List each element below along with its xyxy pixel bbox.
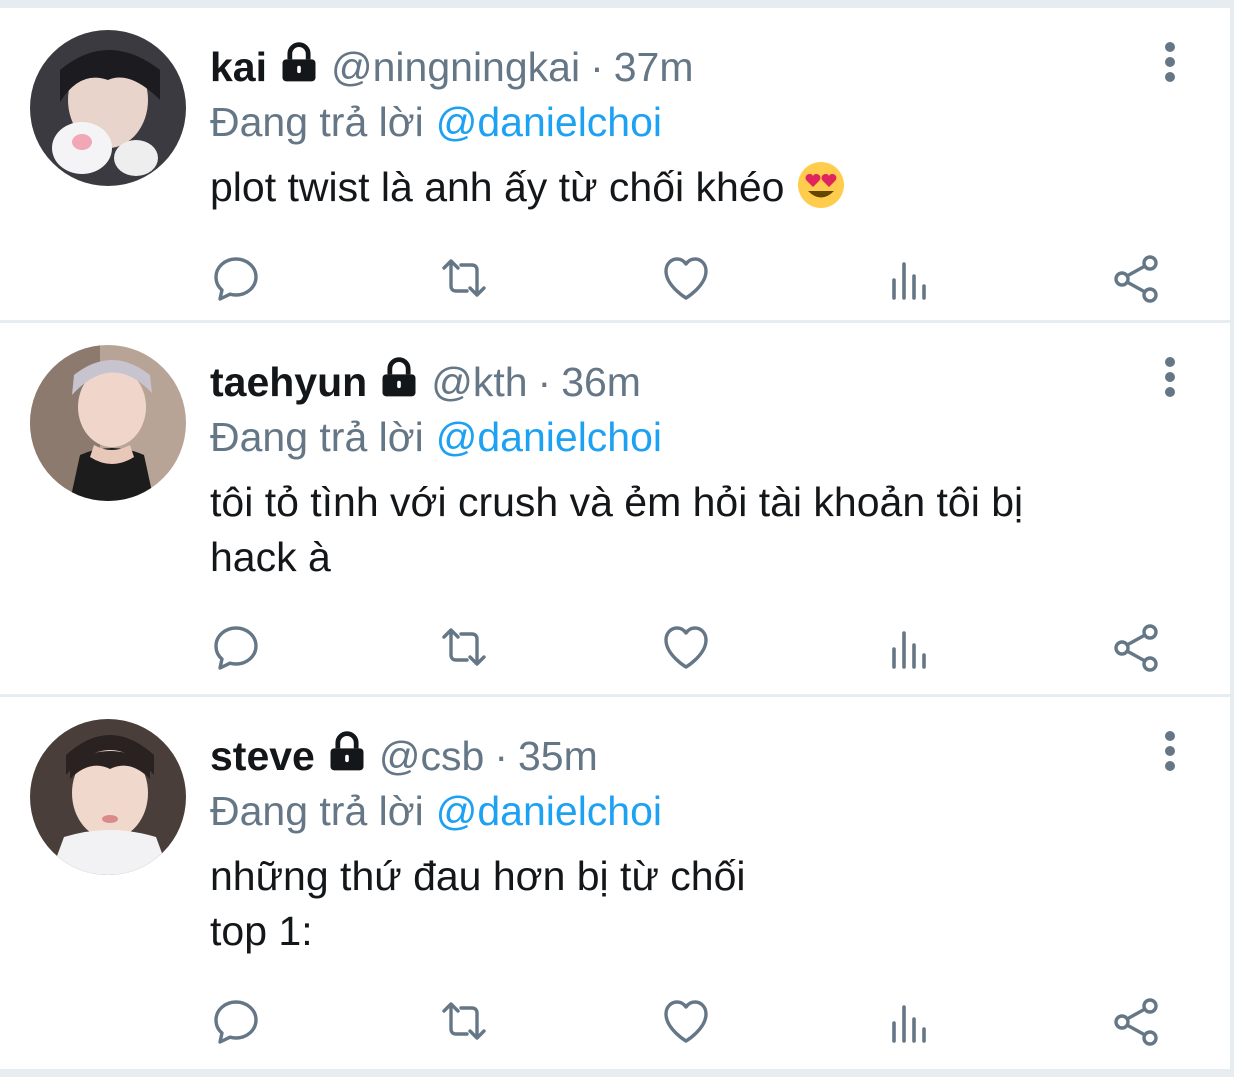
reply-feed: kai @ningningkai · 37m Đang trả lời @dan… [0,0,1234,1077]
avatar[interactable] [30,345,186,501]
user-handle[interactable]: @kth [431,359,527,406]
reply-context: Đang trả lời @danielchoi [210,94,662,150]
tweet-text-content: plot twist là anh ấy từ chối khéo [210,164,785,210]
tweet-header: kai @ningningkai · 37m [210,38,694,96]
tweet-item[interactable]: steve @csb · 35m Đang trả lời @danielcho… [0,697,1230,1069]
timestamp[interactable]: 36m [561,359,641,406]
retweet-icon[interactable] [436,993,492,1049]
reply-prefix: Đang trả lời [210,98,424,145]
timestamp[interactable]: 37m [614,44,694,91]
tweet-item[interactable]: kai @ningningkai · 37m Đang trả lời @dan… [0,8,1230,320]
reply-icon[interactable] [208,619,264,675]
user-handle[interactable]: @ningningkai [331,44,580,91]
action-bar [0,619,1230,679]
share-icon[interactable] [1108,619,1164,675]
analytics-icon[interactable] [882,619,938,675]
tweet-header: taehyun @kth · 36m [210,353,641,411]
retweet-icon[interactable] [436,619,492,675]
tweet-text: tôi tỏ tình với crush và ẻm hỏi tài khoả… [210,479,1024,580]
reply-prefix: Đang trả lời [210,413,424,460]
more-vertical-icon[interactable] [1150,729,1190,773]
reply-mention-link[interactable]: @danielchoi [436,788,662,835]
reply-icon[interactable] [208,993,264,1049]
tweet-text: những thứ đau hơn bị từ chối top 1: [210,853,746,954]
reply-icon[interactable] [208,250,264,306]
separator-dot: · [537,358,552,405]
reply-prefix: Đang trả lời [210,787,424,834]
share-icon[interactable] [1108,250,1164,306]
heart-icon[interactable] [658,619,714,675]
separator-dot: · [590,43,604,90]
heart-eyes-emoji-icon [796,160,846,210]
reply-mention-link[interactable]: @danielchoi [436,414,662,461]
analytics-icon[interactable] [882,250,938,306]
separator-dot: · [494,732,508,779]
display-name[interactable]: steve [210,733,315,780]
timestamp[interactable]: 35m [518,733,598,780]
share-icon[interactable] [1108,993,1164,1049]
retweet-icon[interactable] [436,250,492,306]
avatar[interactable] [30,30,186,186]
reply-context: Đang trả lời @danielchoi [210,783,662,839]
display-name[interactable]: taehyun [210,359,367,406]
tweet-item[interactable]: taehyun @kth · 36m Đang trả lời @danielc… [0,323,1230,694]
lock-icon [325,730,369,774]
action-bar [0,993,1230,1053]
action-bar [0,250,1230,310]
more-vertical-icon[interactable] [1150,40,1190,84]
display-name[interactable]: kai [210,44,267,91]
tweet-header: steve @csb · 35m [210,727,598,785]
lock-icon [277,41,321,85]
more-vertical-icon[interactable] [1150,355,1190,399]
avatar[interactable] [30,719,186,875]
lock-icon [377,356,421,400]
analytics-icon[interactable] [882,993,938,1049]
user-handle[interactable]: @csb [379,733,484,780]
reply-mention-link[interactable]: @danielchoi [436,99,662,146]
tweet-text: plot twist là anh ấy từ chối khéo [210,160,1170,215]
heart-icon[interactable] [658,250,714,306]
heart-icon[interactable] [658,993,714,1049]
reply-context: Đang trả lời @danielchoi [210,409,662,465]
